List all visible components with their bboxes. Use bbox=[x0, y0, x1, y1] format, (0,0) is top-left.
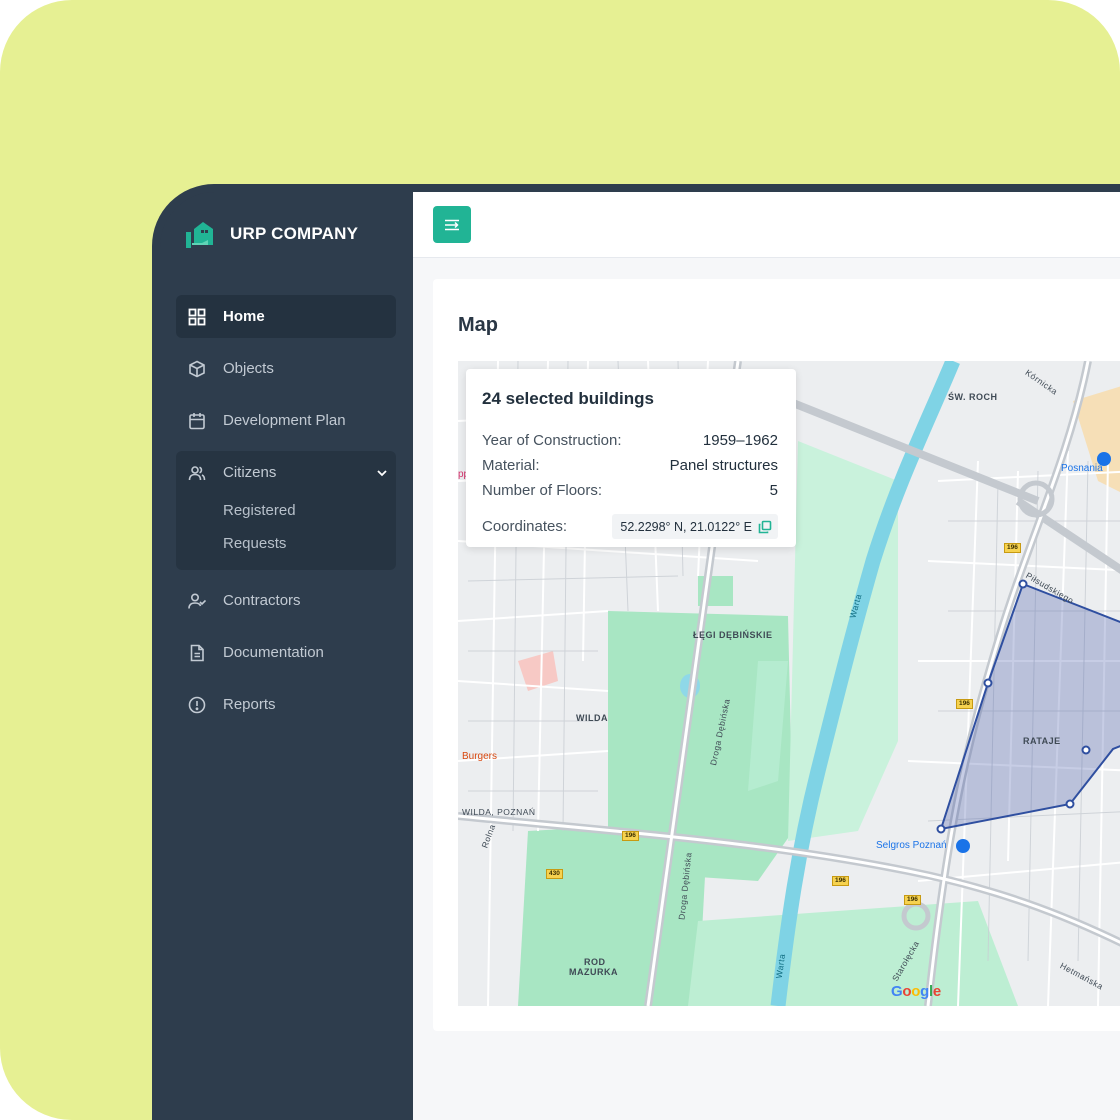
google-logo: Google bbox=[891, 983, 941, 1000]
info-row-year: Year of Construction: 1959–1962 bbox=[482, 432, 778, 449]
info-label: Coordinates: bbox=[482, 518, 568, 535]
map-card: Map ŚW. ROCH ŁĘGI DĘBIŃSKIE WILDA RATAJE… bbox=[433, 279, 1120, 1031]
coordinates-field[interactable]: 52.2298° N, 21.0122° E bbox=[612, 514, 778, 539]
road-shield: 196 bbox=[832, 876, 849, 886]
sidebar-item-label: Objects bbox=[223, 360, 274, 377]
sidebar-item-documentation[interactable]: Documentation bbox=[176, 631, 396, 674]
road-shield: 196 bbox=[1004, 543, 1021, 553]
road-shield: 430 bbox=[546, 869, 563, 879]
main-area: Map ŚW. ROCH ŁĘGI DĘBIŃSKIE WILDA RATAJE… bbox=[413, 192, 1120, 1120]
map-label-legi: ŁĘGI DĘBIŃSKIE bbox=[693, 630, 773, 640]
grid-icon bbox=[188, 308, 206, 326]
coordinates-value: 52.2298° N, 21.0122° E bbox=[620, 519, 752, 534]
sidebar-subitem-registered[interactable]: Registered bbox=[176, 494, 396, 527]
info-label: Material: bbox=[482, 457, 540, 474]
alert-circle-icon bbox=[188, 696, 206, 714]
sidebar-item-reports[interactable]: Reports bbox=[176, 683, 396, 726]
info-row-material: Material: Panel structures bbox=[482, 457, 778, 474]
poi-selgros[interactable]: Selgros Poznań bbox=[876, 840, 947, 851]
info-value: Panel structures bbox=[669, 457, 778, 474]
sidebar-item-home[interactable]: Home bbox=[176, 295, 396, 338]
map-label-wilda: WILDA bbox=[576, 713, 608, 723]
calendar-icon bbox=[188, 412, 206, 430]
page-title: Map bbox=[458, 314, 498, 336]
user-check-icon bbox=[188, 592, 206, 610]
sidebar-item-label: Development Plan bbox=[223, 412, 346, 429]
road-shield: 196 bbox=[956, 699, 973, 709]
map-view[interactable]: ŚW. ROCH ŁĘGI DĘBIŃSKIE WILDA RATAJE WIL… bbox=[458, 361, 1120, 1006]
menu-toggle-button[interactable] bbox=[433, 206, 471, 243]
map-label-wilda-poznan: WILDA, POZNAŃ bbox=[462, 807, 536, 817]
sidebar-group-citizens: Citizens Registered Requests bbox=[176, 451, 396, 570]
sidebar-nav: Home Objects Development Plan Citizens R… bbox=[176, 295, 396, 735]
users-icon bbox=[188, 464, 206, 482]
map-label-rataje: RATAJE bbox=[1023, 736, 1061, 746]
info-row-coordinates: Coordinates: 52.2298° N, 21.0122° E bbox=[482, 514, 778, 539]
road-shield: 196 bbox=[622, 831, 639, 841]
info-row-floors: Number of Floors: 5 bbox=[482, 482, 778, 499]
info-value: 1959–1962 bbox=[702, 432, 778, 449]
document-icon bbox=[188, 644, 206, 662]
cube-icon bbox=[188, 360, 206, 378]
sidebar-item-development-plan[interactable]: Development Plan bbox=[176, 399, 396, 442]
popup-title: 24 selected buildings bbox=[482, 389, 654, 408]
info-label: Number of Floors: bbox=[482, 482, 603, 499]
brand-logo[interactable]: URP COMPANY bbox=[184, 218, 358, 250]
sidebar: URP COMPANY Home Objects Development Pla… bbox=[160, 192, 413, 1120]
sidebar-subitem-requests[interactable]: Requests bbox=[176, 527, 396, 560]
sidebar-item-contractors[interactable]: Contractors bbox=[176, 579, 396, 622]
brand-name: URP COMPANY bbox=[230, 224, 359, 243]
sidebar-item-label: Contractors bbox=[223, 592, 301, 609]
poi-burgers[interactable]: Burgers bbox=[462, 751, 497, 762]
building-info-popup: 24 selected buildings Year of Constructi… bbox=[466, 369, 796, 547]
map-label-mazurka: MAZURKA bbox=[569, 967, 618, 977]
info-label: Year of Construction: bbox=[482, 432, 622, 449]
map-label-sw-roch: ŚW. ROCH bbox=[948, 392, 998, 402]
poi-posnania[interactable]: Posnania bbox=[1061, 463, 1103, 474]
road-shield: 196 bbox=[904, 895, 921, 905]
sidebar-item-label: Documentation bbox=[223, 644, 324, 661]
map-label-rod: ROD bbox=[584, 957, 606, 967]
info-value: 5 bbox=[769, 482, 778, 499]
copy-icon[interactable] bbox=[758, 520, 772, 534]
sidebar-item-label: Citizens bbox=[223, 464, 277, 481]
sidebar-item-objects[interactable]: Objects bbox=[176, 347, 396, 390]
chevron-down-icon[interactable] bbox=[376, 467, 388, 479]
sidebar-item-citizens[interactable]: Citizens bbox=[176, 451, 396, 494]
sidebar-item-label: Home bbox=[223, 308, 265, 325]
house-hand-icon bbox=[186, 222, 213, 248]
menu-collapse-icon bbox=[445, 219, 459, 230]
sidebar-item-label: Reports bbox=[223, 696, 276, 713]
top-bar bbox=[413, 192, 1120, 258]
